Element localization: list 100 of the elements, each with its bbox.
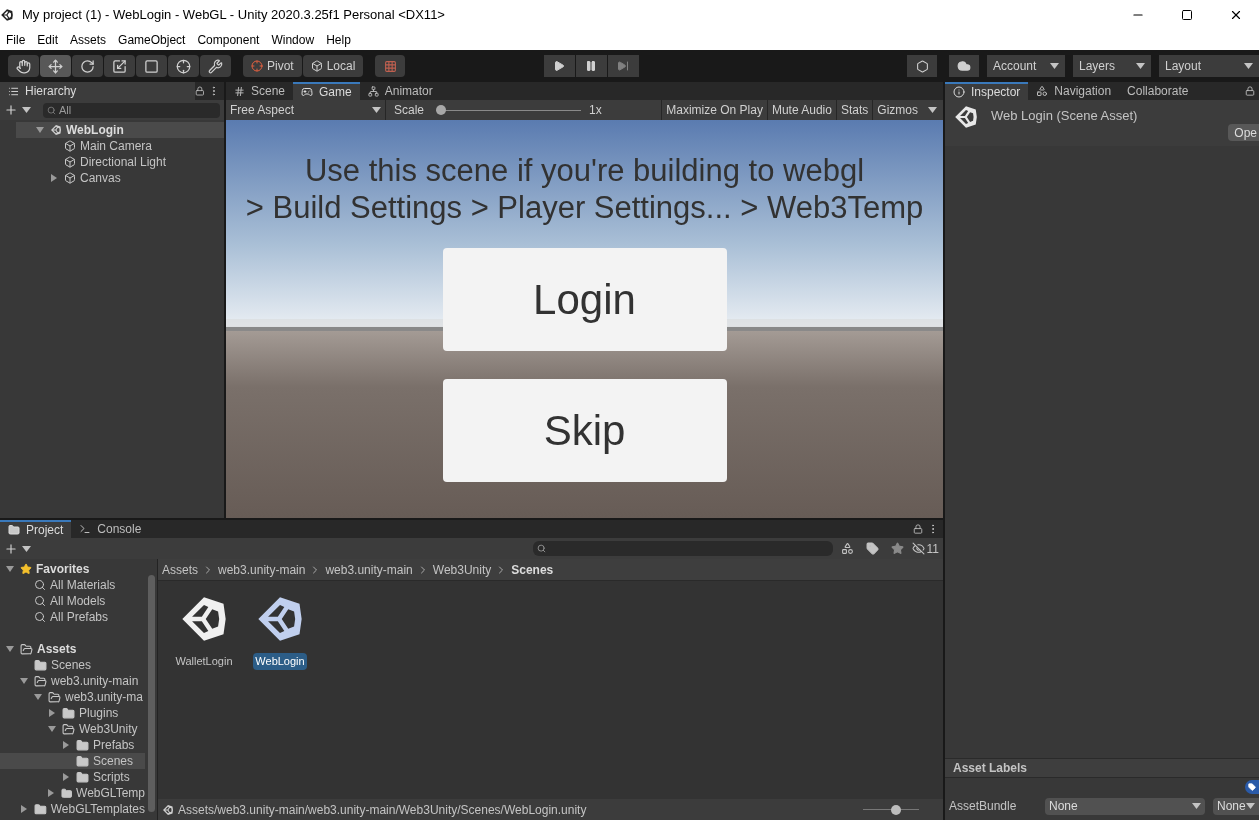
bundle-dropdown[interactable]: None	[1045, 797, 1205, 815]
tree-row[interactable]: Prefabs	[0, 737, 145, 753]
open-button[interactable]: Ope	[1228, 124, 1259, 141]
add-icon[interactable]	[4, 541, 18, 556]
collapsed-arrow-icon[interactable]	[62, 741, 70, 749]
close-icon[interactable]	[1229, 8, 1243, 22]
collapsed-arrow-icon[interactable]	[19, 805, 28, 813]
panel-tab[interactable]: Project	[0, 520, 72, 538]
collab-button[interactable]	[907, 55, 937, 77]
lock-icon[interactable]	[1245, 86, 1255, 96]
expanded-arrow-icon[interactable]	[6, 645, 14, 653]
star-icon[interactable]	[890, 542, 904, 555]
variant-dropdown[interactable]: None	[1213, 797, 1259, 815]
collapsed-arrow-icon[interactable]	[50, 174, 58, 182]
lock-icon[interactable]	[194, 86, 205, 96]
tree-row[interactable]: Directional Light	[16, 154, 224, 170]
tree-row[interactable]: All Models	[0, 593, 145, 609]
search-field[interactable]	[532, 541, 833, 556]
menu-item[interactable]: File	[6, 31, 26, 49]
hand-tool-button[interactable]	[8, 55, 39, 77]
lock-icon[interactable]	[913, 524, 923, 534]
menu-item[interactable]: Edit	[37, 31, 59, 49]
menu-item[interactable]: Window	[271, 31, 315, 49]
panel-tab[interactable]: Console	[71, 520, 150, 538]
expanded-arrow-icon[interactable]	[48, 725, 56, 733]
zoom-slider[interactable]	[863, 804, 919, 815]
tag-icon[interactable]	[1245, 780, 1259, 794]
tree-row[interactable]: All Materials	[0, 577, 145, 593]
layers-dropdown[interactable]: Layers	[1073, 55, 1151, 77]
layout-dropdown[interactable]: Layout	[1159, 55, 1259, 77]
transform-tool-button[interactable]	[168, 55, 199, 77]
open-folder-icon	[48, 690, 61, 704]
tree-row[interactable]: web3.unity-main	[0, 673, 145, 689]
breadcrumb-item[interactable]: Web3Unity	[432, 560, 492, 579]
tree-row[interactable]: Scenes	[0, 657, 145, 673]
hidden-packages-toggle[interactable]: 11	[911, 539, 939, 558]
list-icon	[8, 85, 19, 97]
tree-label: Scenes	[93, 753, 134, 770]
menu-item[interactable]: GameObject	[118, 31, 186, 49]
game-button[interactable]: Skip	[442, 379, 727, 482]
panel-tab[interactable]: Game	[293, 82, 360, 100]
tree-row[interactable]: Scripts	[0, 769, 145, 785]
tree-label: web3.unity-main	[51, 673, 139, 690]
open-folder-icon	[62, 722, 75, 736]
local-button[interactable]: Local	[302, 55, 364, 77]
play-button[interactable]	[543, 55, 575, 77]
menu-item[interactable]: Help	[326, 31, 351, 49]
panel-tab[interactable]: Hierarchy	[0, 82, 195, 100]
panel-tab[interactable]: Collaborate	[1119, 82, 1197, 100]
tree-row[interactable]: Web3Unity	[0, 721, 145, 737]
scale-slider[interactable]	[436, 105, 582, 115]
search-field[interactable]: All	[43, 102, 220, 118]
tree-row[interactable]: Assets	[0, 641, 145, 657]
add-icon[interactable]	[4, 103, 18, 117]
menu-item[interactable]: Component	[197, 31, 260, 49]
rotate-tool-button[interactable]	[72, 55, 103, 77]
collapsed-arrow-icon[interactable]	[48, 709, 56, 717]
breadcrumb-item[interactable]: Assets	[162, 560, 198, 579]
tree-row[interactable]: Canvas	[16, 170, 224, 186]
tree-row[interactable]: WebGLTemp	[0, 785, 145, 801]
asset-label[interactable]: WalletLogin	[173, 653, 235, 670]
label-filter-icon[interactable]	[865, 542, 879, 555]
scale-tool-button[interactable]	[104, 55, 135, 77]
tree-row[interactable]: Scenes	[0, 753, 145, 769]
menu-item[interactable]: Assets	[70, 31, 107, 49]
tree-row[interactable]: web3.unity-ma	[0, 689, 145, 705]
slider-thumb[interactable]	[890, 804, 901, 815]
tree-label: WebGLTemplates	[50, 801, 145, 818]
panel-tab[interactable]: Scene	[226, 82, 294, 100]
step-button[interactable]	[607, 55, 639, 77]
snap-button[interactable]	[375, 55, 406, 77]
expanded-arrow-icon[interactable]	[6, 565, 14, 573]
tree-row[interactable]: Favorites	[0, 561, 145, 577]
move-tool-button[interactable]	[40, 55, 71, 77]
panel-tab[interactable]: Navigation	[1028, 82, 1120, 100]
tree-row[interactable]: All Prefabs	[0, 609, 145, 625]
breadcrumb-item[interactable]: web3.unity-main	[325, 560, 413, 579]
tree-row[interactable]: Main Camera	[16, 138, 224, 154]
rect-tool-button[interactable]	[136, 55, 167, 77]
asset-label[interactable]: WebLogin	[253, 653, 307, 670]
game-button[interactable]: Login	[442, 248, 727, 351]
filter-type-icon[interactable]	[840, 542, 854, 555]
pause-button[interactable]	[575, 55, 607, 77]
tree-row[interactable]: WebGLTemplates	[0, 801, 145, 817]
search-icon	[34, 579, 46, 591]
info-icon	[953, 86, 965, 98]
maximize-icon[interactable]	[1181, 9, 1193, 21]
cloud-button[interactable]	[949, 55, 979, 77]
pivot-button[interactable]: Pivot	[243, 55, 302, 77]
breadcrumb-item[interactable]: Scenes	[511, 560, 554, 579]
tree-row[interactable]: Plugins	[0, 705, 145, 721]
breadcrumb-item[interactable]: web3.unity-main	[218, 560, 306, 579]
tree-row[interactable]: WebLogin	[16, 122, 224, 138]
asset-bundle-label: AssetBundle	[949, 798, 1018, 815]
panel-tab[interactable]: Animator	[359, 82, 441, 100]
panel-tab[interactable]: Inspector	[945, 82, 1029, 100]
slider-thumb[interactable]	[436, 105, 447, 115]
expanded-arrow-icon[interactable]	[36, 126, 44, 134]
account-dropdown[interactable]: Account	[987, 55, 1065, 77]
custom-tool-button[interactable]	[200, 55, 231, 77]
